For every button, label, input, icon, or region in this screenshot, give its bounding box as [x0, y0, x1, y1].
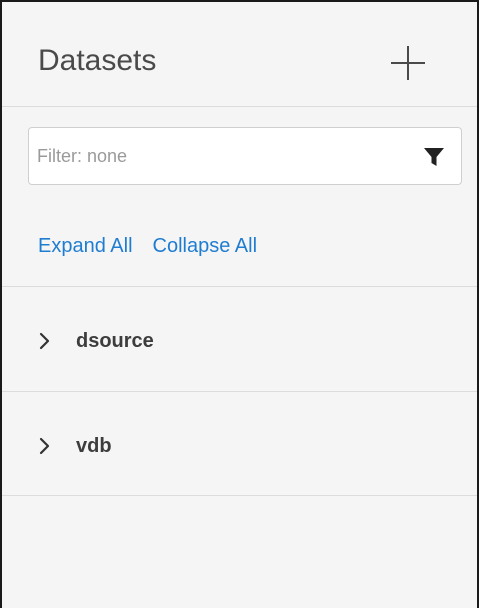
expand-all-link[interactable]: Expand All [38, 234, 133, 258]
chevron-right-icon[interactable] [39, 332, 51, 350]
tree-item-vdb[interactable]: vdb [2, 392, 477, 496]
collapse-all-link[interactable]: Collapse All [153, 234, 258, 258]
add-dataset-button[interactable] [387, 42, 429, 84]
plus-icon [391, 46, 425, 80]
divider [2, 495, 477, 496]
panel-header: Datasets [2, 2, 477, 107]
filter-box [28, 127, 462, 185]
tree-item-label: vdb [76, 435, 112, 457]
tree-actions: Expand All Collapse All [38, 234, 257, 258]
funnel-filter-icon[interactable] [423, 147, 445, 167]
datasets-panel: Datasets Expand All Collapse All dsource [0, 0, 479, 608]
tree-item-label: dsource [76, 330, 154, 352]
chevron-right-icon[interactable] [39, 437, 51, 455]
filter-input[interactable] [37, 128, 407, 184]
panel-title: Datasets [38, 44, 157, 77]
tree-item-dsource[interactable]: dsource [2, 287, 477, 391]
